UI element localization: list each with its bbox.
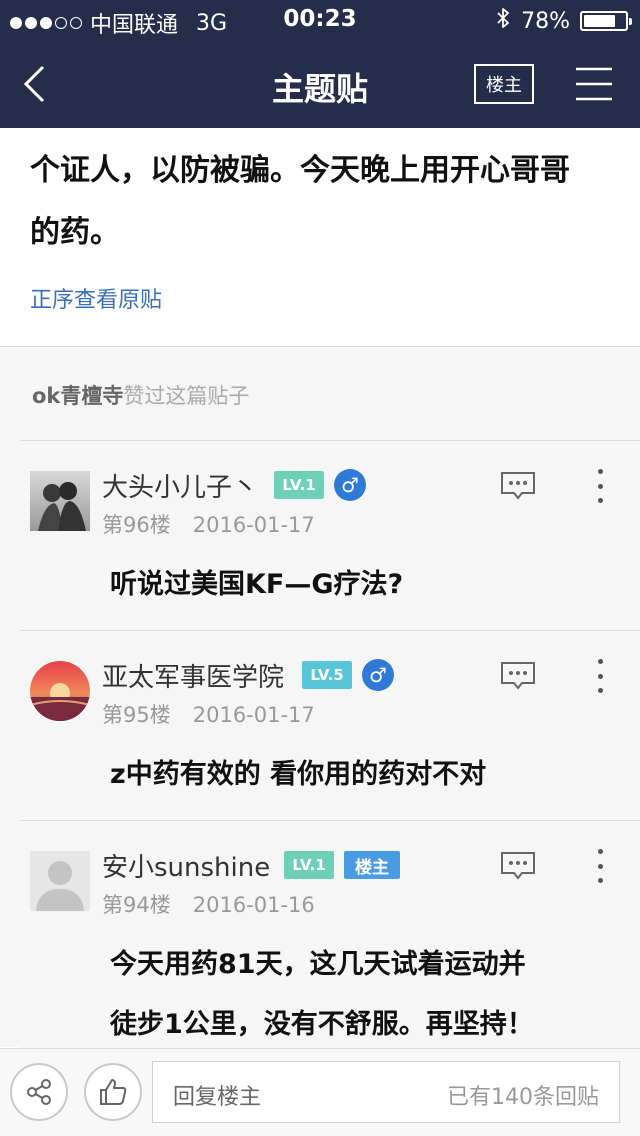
status-bar: 中国联通 3G 00:23 78% (0, 0, 640, 40)
comment-meta: 第94楼 2016-01-16 (102, 889, 315, 919)
gender-symbol: ♂ (341, 473, 359, 497)
avatar[interactable] (30, 471, 90, 531)
male-icon: ♂ (362, 659, 394, 691)
male-icon: ♂ (334, 469, 366, 501)
menu-icon (576, 67, 612, 101)
comment-text-line: 今天用药81天，这几天试着运动并 (110, 949, 526, 980)
comment-text: 今天用药81天，这几天试着运动并 徒步1公里，没有不舒服。再坚持！ (110, 935, 630, 1055)
battery-percent: 78% (521, 8, 570, 34)
view-original-link[interactable]: 正序查看原贴 (30, 282, 162, 314)
bottom-bar: 回复楼主 已有140条回贴 (0, 1048, 640, 1136)
louzhu-only-button[interactable]: 楼主 (474, 64, 534, 104)
likes-text: 赞过这篇贴子 (123, 384, 250, 408)
post-body-line: 的药。 (30, 215, 120, 250)
liker-name[interactable]: ok青檀寺 (32, 384, 123, 408)
reply-button[interactable] (500, 851, 536, 881)
level-badge: LV.1 (284, 851, 334, 879)
page-title: 主题贴 (271, 70, 368, 108)
username[interactable]: 亚太军事医学院 (102, 657, 284, 694)
share-button[interactable] (10, 1063, 68, 1121)
reply-count: 已有140条回贴 (447, 1085, 599, 1110)
share-icon (27, 1079, 51, 1105)
back-arrow-icon (23, 65, 45, 103)
menu-button[interactable] (574, 66, 614, 102)
reply-button[interactable] (500, 661, 536, 691)
comment-item: 亚太军事医学院 LV.5 ♂ 第95楼 2016-01-17 z中药有效的 看你用… (20, 630, 640, 820)
floor-number: 第96楼 (102, 513, 171, 537)
comment-item: 大头小儿子丶 LV.1 ♂ 第96楼 2016-01-17 听说过美国KF—G疗法… (20, 440, 640, 630)
battery-level-fill (584, 15, 615, 27)
default-avatar-icon (30, 851, 90, 911)
reply-bubble-icon (501, 852, 535, 880)
post-body: 个证人，以防被骗。今天晚上用开心哥哥 的药。 (30, 140, 620, 264)
comment-text-line: 徒步1公里，没有不舒服。再坚持！ (110, 1009, 534, 1040)
comment-date: 2016-01-16 (192, 893, 315, 917)
reply-button[interactable] (500, 471, 536, 501)
reply-bubble-icon (501, 472, 535, 500)
username[interactable]: 大头小儿子丶 (102, 467, 258, 504)
comment-item: 安小sunshine LV.1 楼主 第94楼 2016-01-16 今天用药81… (20, 820, 640, 1048)
thumbs-up-icon (100, 1079, 127, 1105)
more-vertical-icon[interactable] (594, 469, 606, 503)
louzhu-badge: 楼主 (344, 851, 400, 879)
reply-input[interactable]: 回复楼主 已有140条回贴 (152, 1061, 620, 1123)
reply-bubble-icon (501, 662, 535, 690)
likes-row: ok青檀寺赞过这篇贴子 (32, 380, 249, 410)
floor-number: 第94楼 (102, 893, 171, 917)
more-vertical-icon[interactable] (594, 849, 606, 883)
comment-text: 听说过美国KF—G疗法? (110, 569, 404, 600)
comment-date: 2016-01-17 (192, 513, 315, 537)
avatar[interactable] (30, 851, 90, 911)
floor-number: 第95楼 (102, 703, 171, 727)
reply-placeholder: 回复楼主 (173, 1085, 262, 1110)
back-button[interactable] (14, 60, 54, 108)
like-button[interactable] (84, 1063, 142, 1121)
avatar[interactable] (30, 661, 90, 721)
more-vertical-icon[interactable] (594, 659, 606, 693)
username[interactable]: 安小sunshine (102, 847, 270, 884)
comment-meta: 第95楼 2016-01-17 (102, 699, 315, 729)
battery-icon (580, 11, 632, 31)
comment-meta: 第96楼 2016-01-17 (102, 509, 315, 539)
nav-bar: 主题贴 楼主 (0, 40, 640, 128)
bluetooth-icon (495, 6, 511, 36)
post-body-line: 个证人，以防被骗。今天晚上用开心哥哥 (30, 153, 570, 188)
level-badge: LV.5 (302, 661, 352, 689)
level-badge: LV.1 (274, 471, 324, 499)
comment-date: 2016-01-17 (192, 703, 315, 727)
comment-text: z中药有效的 看你用的药对不对 (110, 759, 487, 790)
gender-symbol: ♂ (369, 663, 387, 687)
status-right: 78% (495, 6, 632, 36)
